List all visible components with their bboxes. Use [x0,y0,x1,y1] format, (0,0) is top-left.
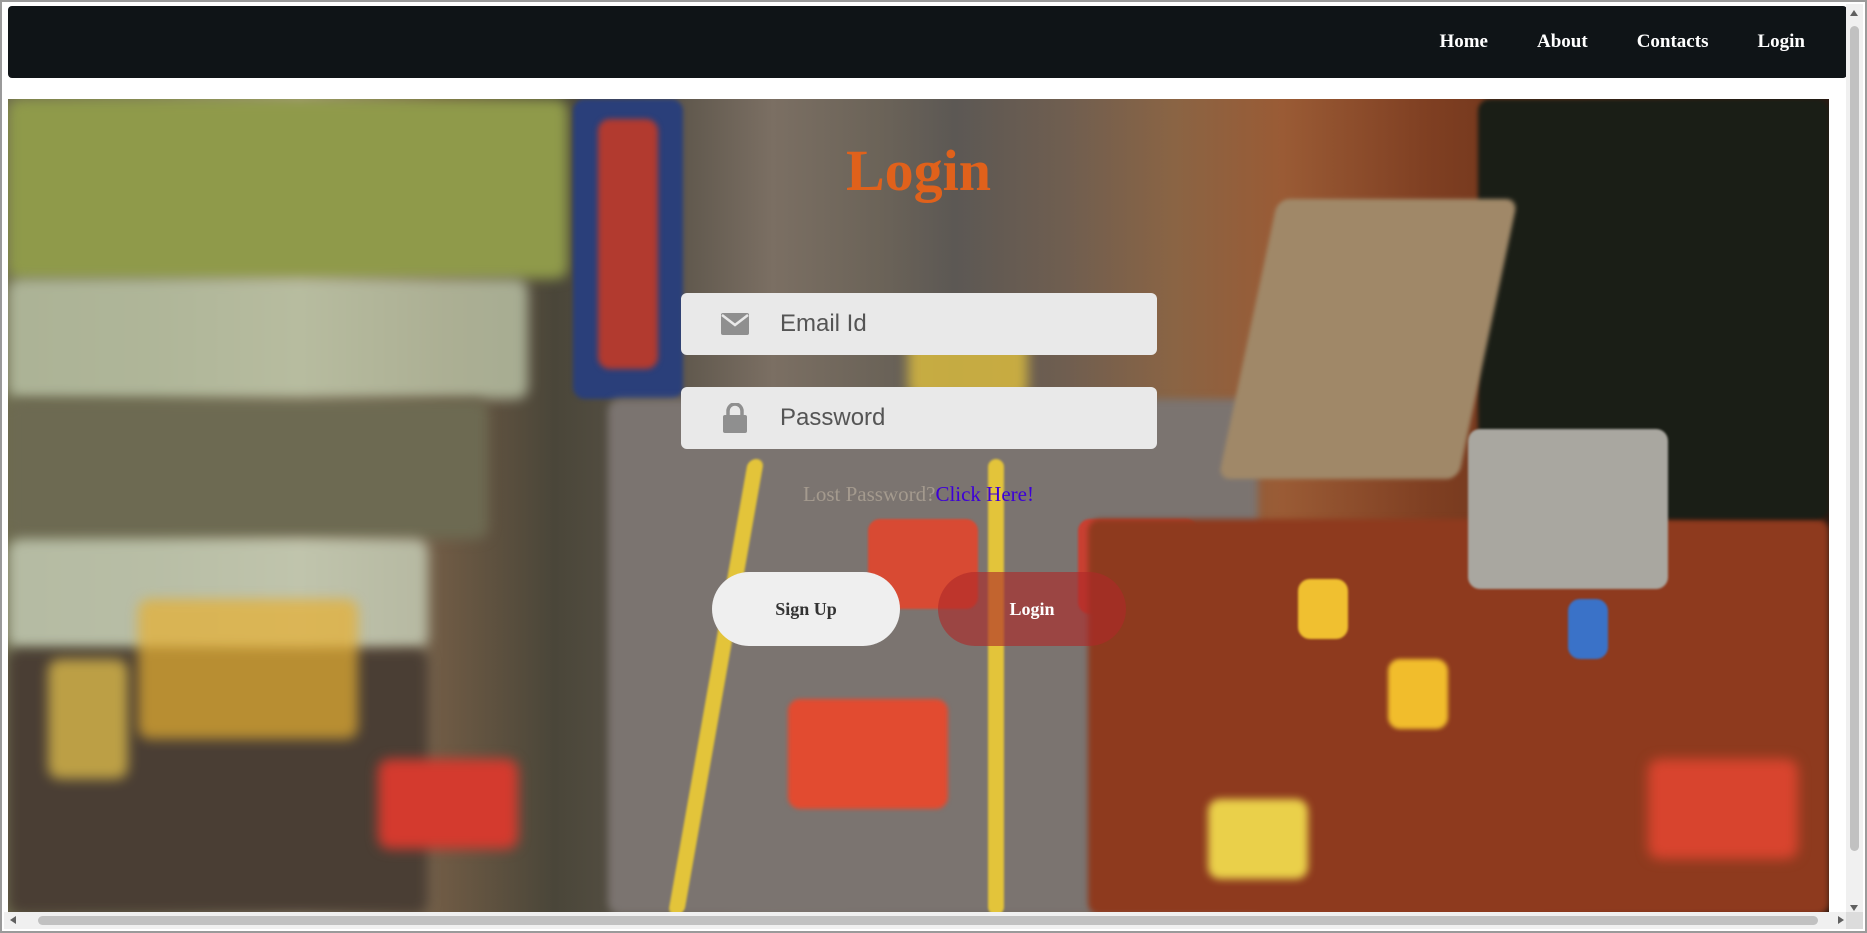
scroll-up-arrow-icon[interactable] [1850,10,1858,16]
login-button[interactable]: Login [938,572,1126,646]
scroll-down-arrow-icon[interactable] [1850,905,1858,911]
email-field[interactable] [681,293,1157,355]
browser-frame: Home About Contacts Login Login Email Id… [0,0,1867,933]
nav-about-link[interactable]: About [1537,31,1588,53]
vertical-scrollbar[interactable] [1846,4,1863,917]
vertical-scroll-thumb[interactable] [1850,26,1859,851]
navbar: Home About Contacts Login [8,6,1847,78]
lego-city-background [8,99,1829,915]
lost-password-row: Lost Password?Click Here! [8,482,1829,507]
horizontal-scroll-thumb[interactable] [38,916,1818,925]
lock-icon [718,403,752,433]
envelope-icon [718,309,752,339]
click-here-link[interactable]: Click Here! [935,482,1034,506]
signup-button[interactable]: Sign Up [712,572,900,646]
login-title: Login [845,138,992,203]
nav-login-link[interactable]: Login [1757,31,1805,53]
nav-contacts-link[interactable]: Contacts [1637,31,1709,53]
password-input[interactable] [778,403,1142,433]
horizontal-scrollbar[interactable] [4,912,1850,929]
lost-password-text: Lost Password? [803,482,936,506]
scrollbar-corner [1846,912,1863,929]
scroll-left-arrow-icon[interactable] [10,916,16,924]
email-input[interactable] [778,309,1142,339]
nav-home-link[interactable]: Home [1439,31,1488,53]
password-field[interactable] [681,387,1157,449]
hero-background-image: Login Lost Password?Click Here! Si [8,99,1829,915]
scroll-right-arrow-icon[interactable] [1838,916,1844,924]
nav-links: Home About Contacts Login [1390,6,1805,78]
